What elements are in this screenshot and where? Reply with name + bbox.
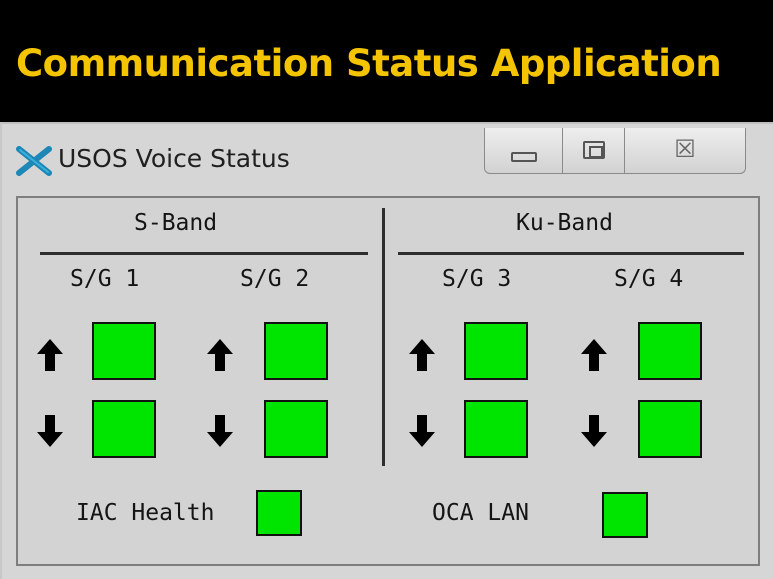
sg1-downlink-indicator [92,400,156,458]
sg3-downlink-indicator [464,400,528,458]
voice-status-window: USOS Voice Status ☒ S-Band Ku-Band S/G 1… [0,122,773,579]
maximize-button[interactable] [562,128,624,173]
sg1-uplink-indicator [92,322,156,380]
sg4-uplink-indicator [638,322,702,380]
x-logo-icon [16,146,52,176]
sg2-uplink-indicator [264,322,328,380]
downlink-arrow-icon [207,415,233,447]
band-label-ku-band: Ku-Band [516,210,613,236]
sg-label-1: S/G 1 [70,266,140,292]
iac-health-indicator [256,490,302,536]
window-controls: ☒ [484,128,746,174]
banner-title: Communication Status Application [16,42,722,85]
s-band-divider [40,252,368,255]
uplink-arrow-icon [581,339,607,371]
close-icon: ☒ [674,135,696,163]
maximize-icon [583,141,606,159]
downlink-arrow-icon [37,415,63,447]
sg-label-4: S/G 4 [614,266,684,292]
ku-band-divider [398,252,744,255]
oca-lan-indicator [602,492,648,538]
uplink-arrow-icon [409,339,435,371]
uplink-arrow-icon [207,339,233,371]
downlink-arrow-icon [581,415,607,447]
window-titlebar[interactable]: USOS Voice Status ☒ [2,124,773,190]
window-title: USOS Voice Status [58,144,290,173]
uplink-arrow-icon [37,339,63,371]
status-panel: S-Band Ku-Band S/G 1 S/G 2 S/G 3 S/G 4 I… [16,196,760,566]
iac-health-label: IAC Health [76,500,215,526]
band-label-s-band: S-Band [134,210,218,236]
oca-lan-label: OCA LAN [432,500,529,526]
band-divider-vertical [382,208,385,466]
minimize-button[interactable] [485,128,562,173]
title-banner: Communication Status Application [0,0,773,122]
sg-label-2: S/G 2 [240,266,310,292]
sg-label-3: S/G 3 [442,266,512,292]
sg3-uplink-indicator [464,322,528,380]
downlink-arrow-icon [409,415,435,447]
minimize-icon [511,152,537,162]
sg2-downlink-indicator [264,400,328,458]
close-button[interactable]: ☒ [623,128,745,173]
sg4-downlink-indicator [638,400,702,458]
